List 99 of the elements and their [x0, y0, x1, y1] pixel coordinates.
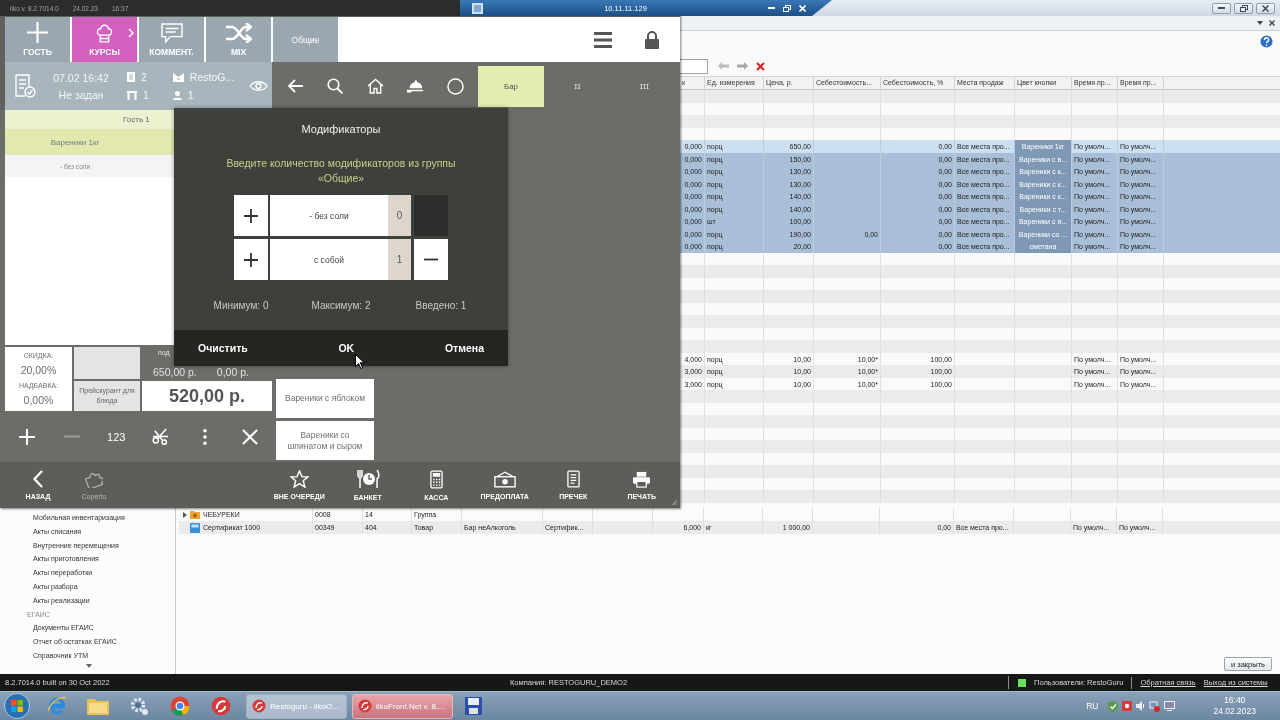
scroll-down-icon[interactable] — [86, 663, 92, 668]
minus-icon — [424, 258, 438, 261]
minimize-icon — [1218, 7, 1225, 9]
limit-label: Максимум: 2 — [311, 300, 371, 311]
markup-value: 0,00% — [23, 393, 54, 406]
modifier-button[interactable]: - без соли — [270, 195, 388, 236]
modifier-count: 0 — [388, 195, 411, 236]
restore-icon — [1239, 4, 1248, 12]
gear-icon[interactable] — [128, 696, 149, 716]
minus-icon — [63, 435, 80, 438]
plus-icon — [27, 22, 48, 43]
person-icon — [172, 90, 182, 100]
search-icon[interactable] — [327, 78, 343, 94]
monitor-icon[interactable] — [1164, 701, 1176, 711]
chevron-left-icon — [33, 470, 43, 488]
menu-tile[interactable]: Вареники с яблоком — [276, 379, 374, 418]
order-time: 07.02 16:42 — [53, 71, 109, 84]
calculator-icon — [429, 469, 443, 489]
restore-icon[interactable] — [783, 4, 791, 12]
dropdown-icon[interactable] — [1257, 21, 1263, 25]
resize-grip-icon[interactable] — [671, 499, 678, 506]
cutlery-clock-icon — [355, 469, 380, 489]
arrow-right-icon[interactable] — [737, 62, 748, 70]
close-icon[interactable] — [1269, 20, 1275, 26]
total-amount: 520,00 р. — [142, 381, 272, 411]
dialog-title: Модификаторы — [301, 123, 381, 135]
collar-icon — [172, 72, 184, 82]
plus-icon — [244, 252, 258, 267]
increase-button[interactable] — [234, 239, 268, 280]
speaker-icon[interactable] — [1136, 701, 1146, 711]
menu-tile[interactable]: Вареники со шпинатом и сыром — [276, 421, 374, 460]
start-orb-icon[interactable] — [4, 693, 30, 719]
category-tab[interactable]: II — [544, 65, 611, 107]
folder-icon — [190, 510, 200, 519]
printer-icon — [632, 470, 652, 488]
dialog-button[interactable]: Очистить — [184, 330, 262, 366]
decrease-button[interactable] — [414, 239, 448, 280]
search-field[interactable] — [680, 58, 708, 74]
limit-label: Минимум: 0 — [213, 300, 269, 311]
amount-value: 0,00 р. — [216, 366, 249, 378]
close-icon — [1262, 4, 1269, 12]
document-icon — [127, 72, 135, 82]
app-logo-icon[interactable] — [1122, 701, 1133, 711]
dialog-button[interactable]: Отмена — [430, 330, 498, 366]
discount-value: 20,00% — [20, 364, 57, 377]
modifier-count: 1 — [388, 239, 411, 280]
category-tab[interactable]: Бар — [478, 65, 544, 107]
back-arrow-icon[interactable] — [286, 79, 304, 93]
eye-icon[interactable] — [249, 80, 268, 92]
app-logo-icon — [252, 699, 266, 713]
segmented-circle-icon[interactable] — [169, 696, 190, 716]
puzzle-icon — [85, 470, 103, 488]
receipt-icon — [566, 470, 580, 488]
increase-button[interactable] — [234, 195, 268, 236]
menu-icon[interactable] — [594, 31, 612, 48]
arrow-left-icon[interactable] — [718, 62, 729, 70]
modifier-button[interactable]: с собой — [270, 239, 388, 280]
e-logo-icon[interactable] — [46, 696, 67, 716]
home-icon[interactable] — [366, 78, 384, 94]
app-logo-icon — [358, 699, 372, 713]
limit-label: Введено: 1 — [415, 300, 467, 311]
dialog-button[interactable]: OK — [324, 330, 369, 366]
order-status: Не задан — [58, 88, 104, 101]
quantity-button[interactable]: 123 — [94, 416, 139, 457]
plus-icon — [244, 208, 258, 223]
speech-bubble-icon — [160, 23, 183, 43]
guest-count: 1 — [187, 89, 194, 101]
scissors-icon — [152, 428, 170, 445]
plus-icon — [19, 428, 36, 445]
circle-icon[interactable] — [446, 77, 464, 95]
app-logo-icon[interactable] — [210, 696, 231, 716]
expand-triangle-icon[interactable] — [183, 511, 187, 518]
more-icon — [203, 428, 208, 445]
category-tab[interactable]: III — [611, 65, 678, 107]
product-icon — [190, 522, 200, 533]
shield-icon[interactable] — [1108, 700, 1119, 712]
help-icon[interactable] — [1260, 35, 1273, 48]
folder-icon[interactable] — [86, 697, 109, 715]
tile-icon[interactable] — [472, 2, 483, 14]
lock-icon[interactable] — [645, 30, 659, 49]
banknote-icon — [493, 470, 516, 488]
cross-icon — [241, 428, 258, 445]
table-icon — [127, 90, 137, 100]
cross-icon[interactable] — [756, 61, 765, 71]
network-error-icon[interactable] — [1149, 700, 1161, 712]
mouse-cursor-icon — [355, 354, 365, 369]
restore-button[interactable] — [1234, 2, 1253, 14]
chef-hat-icon — [96, 23, 113, 43]
document-check-icon — [14, 74, 36, 98]
table-number: 1 — [143, 89, 149, 101]
shuffle-icon — [225, 23, 252, 43]
cloche-icon[interactable] — [406, 79, 424, 93]
star-icon — [289, 470, 309, 488]
subtotal-value: 650,00 р. — [153, 366, 197, 378]
minimize-button[interactable] — [1212, 2, 1231, 14]
dialog-prompt: Введите количество модификаторов из группы «Общие» — [225, 156, 457, 186]
close-button[interactable] — [1256, 2, 1275, 14]
check-count: 2 — [141, 71, 147, 83]
waiter-name: RestoG... — [189, 71, 235, 83]
